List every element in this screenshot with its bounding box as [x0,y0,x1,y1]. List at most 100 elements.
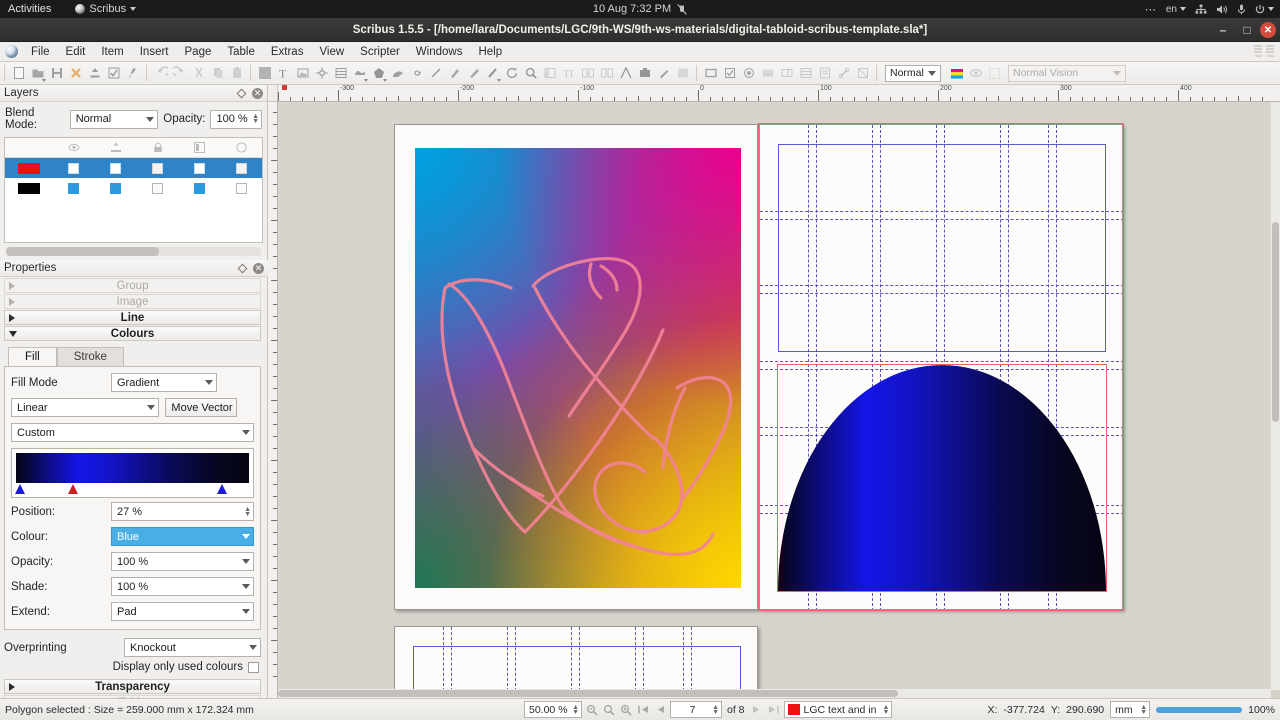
insert-text-frame-icon[interactable]: T [274,64,293,83]
layer-colour-swatch[interactable] [5,182,53,194]
menu-scripter[interactable]: Scripter [352,44,408,60]
insert-table-icon[interactable] [331,64,350,83]
gradient-type-select[interactable]: Linear [11,398,159,417]
copy-icon[interactable] [208,64,227,83]
pdf-list-box-icon[interactable] [796,64,815,83]
page-number-input[interactable]: 7 ▲ ▼ [670,701,722,718]
first-page-icon[interactable] [636,703,650,717]
ruler-corner[interactable] [268,85,278,102]
edit-image-icon[interactable] [673,64,692,83]
layer-outline-checkbox[interactable] [220,182,262,194]
document-window-controls[interactable] [1252,42,1278,62]
layer-flow-checkbox[interactable] [178,182,220,194]
insert-freehand-line-icon[interactable] [464,64,483,83]
pdf-check-box-icon[interactable] [720,64,739,83]
zoom-in-icon[interactable] [619,703,633,717]
tab-fill[interactable]: Fill [8,347,57,366]
stepper-icon[interactable]: ▲ ▼ [712,704,719,716]
maximize-button[interactable]: □ [1236,20,1258,40]
layer-flow-checkbox[interactable] [178,162,220,174]
paste-icon[interactable] [227,64,246,83]
stepper-icon[interactable]: ▲ ▼ [882,704,889,716]
color-management-icon[interactable] [947,64,966,83]
volume-icon[interactable] [1216,4,1228,15]
canvas-page-left[interactable] [394,124,758,610]
mesh-gradient-image-frame[interactable] [415,148,741,588]
preview-eye-icon[interactable] [966,64,985,83]
minimize-button[interactable]: – [1212,20,1234,40]
previous-page-icon[interactable] [653,703,667,717]
zoom-out-icon[interactable] [585,703,599,717]
eye-dropper-icon[interactable] [654,64,673,83]
layer-opacity-input[interactable]: 100 % ▲ ▼ [210,109,262,129]
blend-mode-select[interactable]: Normal [69,109,159,129]
menu-windows[interactable]: Windows [408,44,471,60]
save-document-icon[interactable] [47,64,66,83]
last-page-icon[interactable] [767,703,781,717]
app-menu-button[interactable]: Scribus [75,3,137,15]
menu-extras[interactable]: Extras [263,44,312,60]
pdf-radio-button-icon[interactable] [739,64,758,83]
menu-edit[interactable]: Edit [58,44,94,60]
insert-bezier-curve-icon[interactable] [445,64,464,83]
stepper-icon[interactable]: ▲ ▼ [252,113,259,125]
extend-select[interactable]: Pad [111,602,254,621]
layers-horizontal-scrollbar[interactable] [6,247,261,256]
close-icon[interactable]: ✕ [253,262,264,274]
vision-mode-select[interactable]: Normal Vision [1008,64,1126,82]
position-input[interactable]: 27 % ▲ ▼ [111,502,254,521]
keyboard-layout-indicator[interactable]: en [1166,4,1186,15]
pdf-link-annotation-icon[interactable] [834,64,853,83]
menu-table[interactable]: Table [219,44,263,60]
ellipsis-icon[interactable]: ⋯ [1145,3,1157,16]
stepper-icon[interactable]: ▲ ▼ [1140,704,1147,716]
colour-select[interactable]: Blue [111,527,254,546]
zoom-icon[interactable] [521,64,540,83]
table-row[interactable] [5,178,262,198]
network-icon[interactable] [1195,4,1207,15]
insert-render-frame-icon[interactable] [312,64,331,83]
close-button[interactable]: ✕ [1260,22,1276,38]
select-item-icon[interactable] [255,64,274,83]
pdf-3d-annotation-icon[interactable] [853,64,872,83]
table-row[interactable] [5,158,262,178]
display-used-colours-checkbox[interactable] [248,661,259,673]
activities-button[interactable]: Activities [8,3,51,15]
menu-view[interactable]: View [311,44,352,60]
canvas-horizontal-scrollbar[interactable] [278,689,1271,698]
zoom-100-icon[interactable] [602,703,616,717]
edit-contents-icon[interactable] [540,64,559,83]
menu-help[interactable]: Help [470,44,510,60]
cut-icon[interactable] [189,64,208,83]
gradient-preset-select[interactable]: Custom [11,423,254,442]
unlink-text-frames-icon[interactable] [597,64,616,83]
insert-line-icon[interactable] [426,64,445,83]
section-colours[interactable]: Colours [4,326,261,341]
layer-visible-checkbox[interactable] [53,182,95,194]
gradient-editor[interactable] [11,448,254,498]
insert-spiral-icon[interactable] [407,64,426,83]
section-line[interactable]: Line [4,310,261,325]
pdf-combo-box-icon[interactable] [777,64,796,83]
gradient-stop-0[interactable] [15,484,25,494]
zoom-level-input[interactable]: 50.00 % ▲ ▼ [524,701,582,718]
close-document-icon[interactable] [66,64,85,83]
stepper-icon[interactable]: ▲ ▼ [244,506,251,518]
section-transparency[interactable]: Transparency [4,679,261,694]
move-vector-button[interactable]: Move Vector [165,398,237,417]
close-icon[interactable]: ✕ [252,87,263,99]
layer-colour-swatch[interactable] [5,162,53,174]
pdf-text-field-icon[interactable] [758,64,777,83]
insert-calligraphic-line-icon[interactable] [483,64,502,83]
layer-outline-checkbox[interactable] [220,162,262,174]
copy-item-properties-icon[interactable] [635,64,654,83]
gradient-stop-2[interactable] [217,484,227,494]
unit-select[interactable]: mm ▲ ▼ [1110,701,1151,718]
insert-polygon-icon[interactable] [369,64,388,83]
preflight-verifier-icon[interactable] [104,64,123,83]
microphone-icon[interactable] [1237,4,1246,15]
save-as-pdf-icon[interactable] [123,64,142,83]
layer-lock-checkbox[interactable] [137,162,179,174]
system-status-area[interactable]: ⋯ en [1145,0,1274,18]
export-icon[interactable] [85,64,104,83]
